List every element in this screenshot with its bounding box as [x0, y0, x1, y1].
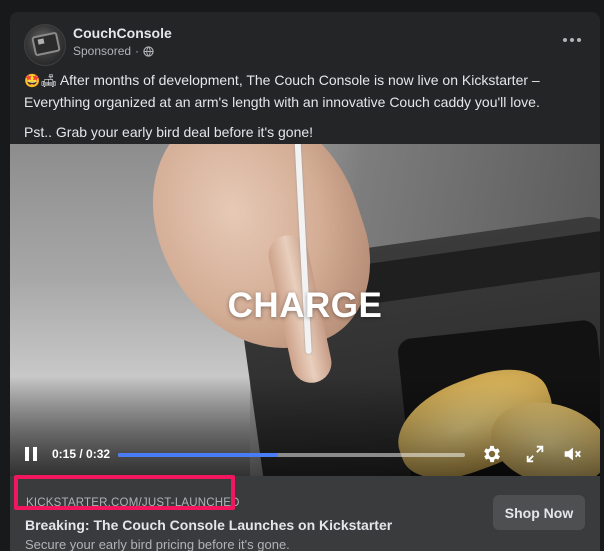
link-domain[interactable]: KICKSTARTER.COM/JUST-LAUNCHED	[26, 497, 240, 509]
post-meta: Sponsored ·	[73, 44, 154, 58]
fullscreen-icon[interactable]	[524, 443, 546, 465]
dot-separator: ·	[135, 44, 140, 58]
volume-muted-icon[interactable]	[561, 443, 583, 465]
more-options-icon[interactable]	[560, 32, 584, 48]
settings-icon[interactable]	[481, 443, 503, 465]
post-text-line-1: After months of development, The Couch C…	[24, 72, 540, 110]
sponsored-label[interactable]: Sponsored	[73, 44, 131, 58]
video-player[interactable]: CHARGE 0:15 / 0:32	[10, 144, 600, 476]
globe-icon	[143, 45, 154, 57]
post-text: 🤩🛋 After months of development, The Couc…	[24, 70, 584, 152]
page-avatar[interactable]	[24, 24, 66, 66]
link-description: Secure your early bird pricing before it…	[25, 537, 290, 551]
post-emoji: 🤩🛋	[24, 74, 57, 89]
sponsored-post-card: CouchConsole Sponsored · 🤩🛋 After months…	[10, 12, 600, 551]
link-title[interactable]: Breaking: The Couch Console Launches on …	[25, 517, 392, 533]
video-caption: CHARGE	[227, 286, 383, 325]
post-header: CouchConsole Sponsored ·	[10, 12, 600, 68]
shop-now-button[interactable]: Shop Now	[493, 495, 585, 530]
pause-icon[interactable]	[25, 447, 37, 461]
video-time: 0:15 / 0:32	[52, 447, 111, 461]
video-progress-bar[interactable]	[118, 453, 465, 457]
video-controls: 0:15 / 0:32	[10, 440, 600, 470]
call-to-action-bar[interactable]: KICKSTARTER.COM/JUST-LAUNCHED Breaking: …	[10, 476, 600, 551]
post-text-paragraph-1: 🤩🛋 After months of development, The Couc…	[24, 70, 584, 112]
video-progress-fill	[118, 453, 278, 457]
post-text-paragraph-2: Pst.. Grab your early bird deal before i…	[24, 124, 314, 140]
page-name-link[interactable]: CouchConsole	[73, 25, 172, 41]
